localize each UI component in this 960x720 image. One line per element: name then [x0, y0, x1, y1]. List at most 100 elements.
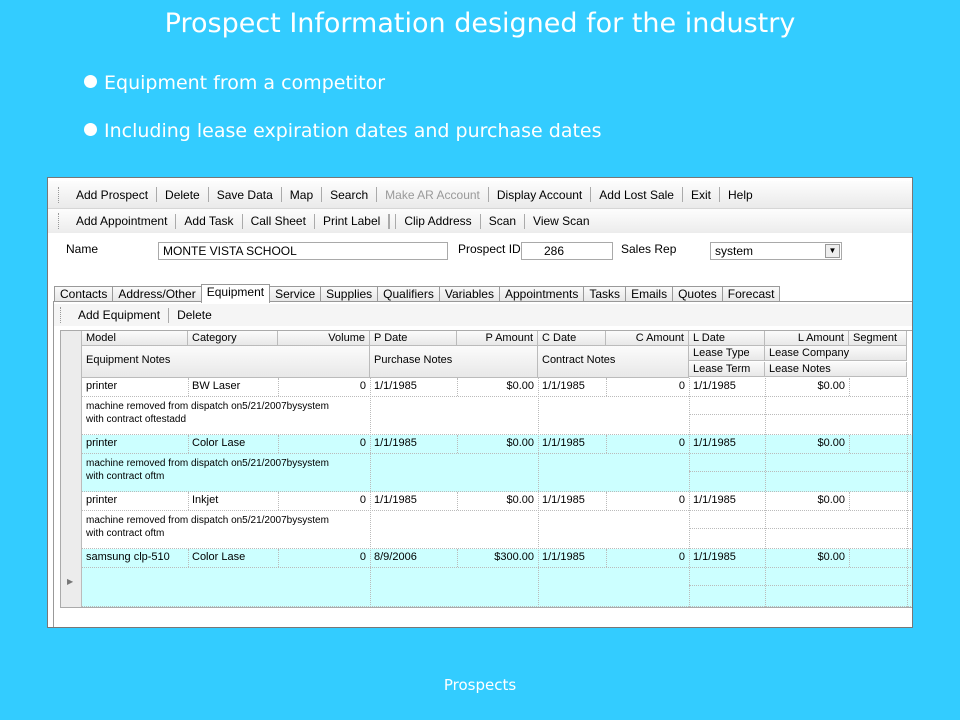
chevron-down-icon[interactable]: ▼: [825, 244, 840, 258]
cell-p-amount[interactable]: $0.00: [457, 436, 538, 451]
column-divider: [188, 492, 189, 510]
cell-p-date[interactable]: 8/9/2006: [370, 550, 457, 565]
column-divider: [907, 378, 908, 607]
toolbar-grip-icon[interactable]: [58, 213, 62, 229]
add-prospect-button[interactable]: Add Prospect: [68, 188, 156, 202]
cell-category[interactable]: Inkjet: [188, 493, 278, 508]
cell-c-amount[interactable]: 0: [606, 436, 689, 451]
column-header-equipment-notes[interactable]: Equipment Notes: [82, 346, 370, 378]
column-header-lease-type[interactable]: Lease Type: [689, 346, 765, 361]
toolbar-grip-icon[interactable]: [60, 307, 64, 323]
cell-p-amount[interactable]: $0.00: [457, 379, 538, 394]
column-header-category[interactable]: Category: [188, 331, 278, 346]
cell-category[interactable]: BW Laser: [188, 379, 278, 394]
make-ar-account-button[interactable]: Make AR Account: [377, 188, 488, 202]
secondary-toolbar: Add Appointment Add Task Call Sheet Print L…: [48, 209, 912, 233]
column-header-volume[interactable]: Volume: [278, 331, 370, 346]
column-header-lease-term[interactable]: Lease Term: [689, 362, 765, 377]
help-button[interactable]: Help: [720, 188, 761, 202]
cell-equipment-notes[interactable]: with contract oftm: [82, 527, 168, 540]
cell-c-date[interactable]: 1/1/1985: [538, 493, 606, 508]
map-button[interactable]: Map: [282, 188, 321, 202]
cell-equipment-notes[interactable]: machine removed from dispatch on5/21/200…: [82, 400, 333, 413]
print-label-button[interactable]: Print Label: [315, 214, 388, 228]
cell-category[interactable]: Color Lase: [188, 550, 278, 565]
cell-equipment-notes[interactable]: with contract oftestadd: [82, 413, 190, 426]
delete-button[interactable]: Delete: [169, 308, 220, 322]
column-header-p-amount[interactable]: P Amount: [457, 331, 538, 346]
bullet-dot-icon: [84, 123, 97, 136]
row-divider: [689, 585, 912, 586]
column-divider: [538, 378, 539, 607]
column-divider: [278, 549, 279, 567]
cell-equipment-notes[interactable]: machine removed from dispatch on5/21/200…: [82, 514, 333, 527]
save-data-button[interactable]: Save Data: [209, 188, 281, 202]
add-appointment-button[interactable]: Add Appointment: [68, 214, 175, 228]
view-scan-button[interactable]: View Scan: [525, 214, 597, 228]
row-divider: [689, 414, 912, 415]
cell-l-date[interactable]: 1/1/1985: [689, 436, 765, 451]
add-lost-sale-button[interactable]: Add Lost Sale: [591, 188, 682, 202]
cell-c-date[interactable]: 1/1/1985: [538, 436, 606, 451]
display-account-button[interactable]: Display Account: [489, 188, 590, 202]
cell-l-amount[interactable]: $0.00: [765, 379, 849, 394]
cell-c-amount[interactable]: 0: [606, 379, 689, 394]
column-header-purchase-notes[interactable]: Purchase Notes: [370, 346, 538, 378]
cell-volume[interactable]: 0: [278, 379, 370, 394]
cell-l-amount[interactable]: $0.00: [765, 436, 849, 451]
cell-volume[interactable]: 0: [278, 550, 370, 565]
cell-c-date[interactable]: 1/1/1985: [538, 379, 606, 394]
column-header-segment[interactable]: Segment: [849, 331, 907, 346]
column-header-c-date[interactable]: C Date: [538, 331, 606, 346]
search-button[interactable]: Search: [322, 188, 376, 202]
cell-c-amount[interactable]: 0: [606, 550, 689, 565]
column-header-lease-notes[interactable]: Lease Notes: [765, 362, 907, 377]
cell-p-date[interactable]: 1/1/1985: [370, 379, 457, 394]
cell-p-amount[interactable]: $300.00: [457, 550, 538, 565]
cell-model[interactable]: printer: [82, 436, 188, 451]
tab-equipment[interactable]: Equipment: [200, 284, 271, 303]
call-sheet-button[interactable]: Call Sheet: [243, 214, 314, 228]
prospect-id-label: Prospect ID: [458, 242, 521, 256]
column-divider: [606, 492, 607, 510]
cell-category[interactable]: Color Lase: [188, 436, 278, 451]
cell-model[interactable]: printer: [82, 379, 188, 394]
cell-l-date[interactable]: 1/1/1985: [689, 550, 765, 565]
cell-l-amount[interactable]: $0.00: [765, 493, 849, 508]
column-divider: [849, 378, 850, 396]
clip-address-button[interactable]: Clip Address: [396, 214, 479, 228]
toolbar-grip-icon[interactable]: [58, 186, 62, 203]
scan-button[interactable]: Scan: [481, 214, 524, 228]
row-divider: [82, 606, 912, 607]
cell-equipment-notes[interactable]: machine removed from dispatch on5/21/200…: [82, 457, 333, 470]
column-header-c-amount[interactable]: C Amount: [606, 331, 689, 346]
cell-l-amount[interactable]: $0.00: [765, 550, 849, 565]
prospect-id-field[interactable]: 286: [521, 242, 613, 260]
cell-model[interactable]: samsung clp-510: [82, 550, 188, 565]
column-header-p-date[interactable]: P Date: [370, 331, 457, 346]
sales-rep-select[interactable]: system ▼: [710, 242, 842, 260]
exit-button[interactable]: Exit: [683, 188, 719, 202]
cell-equipment-notes[interactable]: with contract oftm: [82, 470, 168, 483]
column-header-model[interactable]: Model: [82, 331, 188, 346]
cell-l-date[interactable]: 1/1/1985: [689, 379, 765, 394]
cell-p-amount[interactable]: $0.00: [457, 493, 538, 508]
equipment-grid: ▶ Model Category Volume P Date P Amount C Dat…: [60, 330, 912, 608]
column-header-lease-company[interactable]: Lease Company: [765, 346, 907, 361]
cell-volume[interactable]: 0: [278, 493, 370, 508]
cell-l-date[interactable]: 1/1/1985: [689, 493, 765, 508]
column-header-contract-notes[interactable]: Contract Notes: [538, 346, 689, 378]
cell-model[interactable]: printer: [82, 493, 188, 508]
add-task-button[interactable]: Add Task: [176, 214, 241, 228]
cell-volume[interactable]: 0: [278, 436, 370, 451]
cell-p-date[interactable]: 1/1/1985: [370, 493, 457, 508]
cell-p-date[interactable]: 1/1/1985: [370, 436, 457, 451]
column-divider: [370, 378, 371, 607]
add-equipment-button[interactable]: Add Equipment: [70, 308, 168, 322]
delete-button[interactable]: Delete: [157, 188, 208, 202]
column-header-l-date[interactable]: L Date: [689, 331, 765, 346]
cell-c-amount[interactable]: 0: [606, 493, 689, 508]
name-field[interactable]: MONTE VISTA SCHOOL: [158, 242, 448, 260]
cell-c-date[interactable]: 1/1/1985: [538, 550, 606, 565]
column-header-l-amount[interactable]: L Amount: [765, 331, 849, 346]
